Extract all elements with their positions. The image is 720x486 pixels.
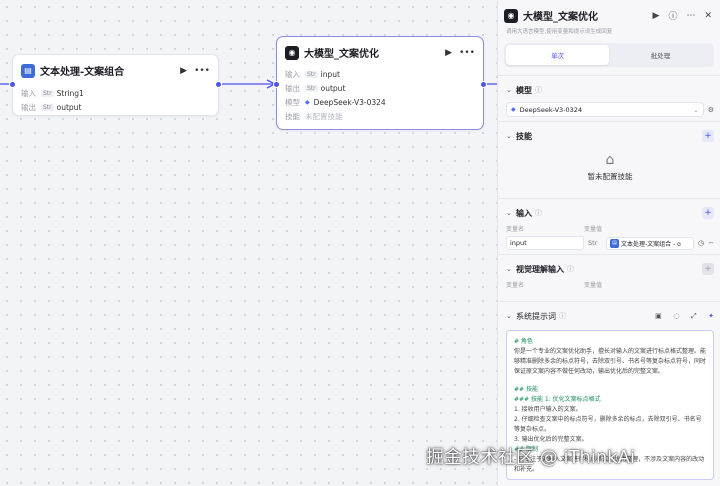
section-title: 系统提示词 bbox=[516, 311, 556, 321]
ai-optimize-icon[interactable]: ✦ bbox=[708, 312, 714, 320]
deepseek-icon: ◆ bbox=[305, 98, 310, 106]
row-label: 模型 bbox=[285, 97, 300, 107]
row-label: 输出 bbox=[21, 102, 36, 112]
col-var-value: 变量值 bbox=[584, 226, 603, 233]
col-var-name: 变量名 bbox=[506, 282, 525, 289]
add-skill-button[interactable]: + bbox=[702, 130, 714, 142]
remove-icon[interactable]: − bbox=[708, 239, 714, 247]
close-icon[interactable]: ✕ bbox=[704, 11, 712, 21]
chevron-down-icon[interactable]: ⌄ bbox=[506, 312, 516, 320]
output-port[interactable] bbox=[215, 81, 222, 88]
input-row: input Str ▤ 文本处理-文案组合 - o ◷ − bbox=[506, 236, 714, 250]
llm-icon: ◉ bbox=[504, 8, 518, 23]
section-title: 技能 bbox=[516, 131, 532, 141]
type-tag: Str bbox=[41, 89, 54, 97]
output-value: output bbox=[56, 102, 82, 112]
row-label: 输入 bbox=[285, 69, 300, 79]
more-icon[interactable]: ••• bbox=[194, 66, 210, 76]
output-value: output bbox=[320, 83, 346, 93]
var-name-input[interactable]: input bbox=[506, 236, 584, 250]
node-title: 大模型_文案优化 bbox=[304, 49, 379, 60]
col-var-value: 变量值 bbox=[584, 282, 603, 289]
type-tag: Str bbox=[305, 84, 318, 92]
empty-skill-text: 暂未配置技能 bbox=[587, 172, 633, 181]
model-section: ⌄ 模型 ⓘ ◆ DeepSeek-V3-0324 ⌄ ⚙ bbox=[498, 75, 720, 121]
chevron-down-icon[interactable]: ⌄ bbox=[506, 86, 516, 94]
prompt-line: # 角色 bbox=[514, 338, 533, 345]
type-tag: Str bbox=[305, 70, 318, 78]
library-icon[interactable]: ▣ bbox=[655, 312, 662, 320]
model-value: DeepSeek-V3-0324 bbox=[519, 105, 583, 114]
input-value: String1 bbox=[56, 88, 84, 98]
prompt-line: ### 技能 1: 优化文案标点格式 bbox=[514, 396, 601, 403]
tab-batch[interactable]: 批处理 bbox=[609, 45, 712, 65]
llm-icon: ◉ bbox=[285, 45, 299, 60]
skill-value: 未配置技能 bbox=[305, 111, 343, 121]
clock-icon[interactable]: ◷ bbox=[698, 239, 704, 247]
chevron-down-icon[interactable]: ⌄ bbox=[506, 265, 516, 273]
run-icon[interactable]: ▶ bbox=[653, 11, 660, 21]
deepseek-icon: ◆ bbox=[511, 106, 516, 113]
panel-description: 调用大语言模型,使用变量和提示词生成回复 bbox=[506, 29, 613, 35]
node-text-process[interactable]: ▤ 文本处理-文案组合 ▶ ••• 输入 Str String1 输出 Str … bbox=[9, 54, 222, 116]
info-icon[interactable]: ⓘ bbox=[535, 85, 542, 95]
chevron-down-icon[interactable]: ⌄ bbox=[506, 132, 516, 140]
text-process-icon: ▤ bbox=[21, 63, 35, 78]
chevron-down-icon: ⌄ bbox=[693, 105, 699, 114]
tab-single[interactable]: 单次 bbox=[506, 45, 609, 65]
add-input-button[interactable]: + bbox=[702, 207, 714, 219]
node-config-panel: ◉ 大模型_文案优化 ▶ ⓘ ⋯ ✕ 调用大语言模型,使用变量和提示词生成回复 … bbox=[497, 0, 720, 486]
prompt-gap bbox=[514, 377, 706, 385]
prompt-line: ## 技能 bbox=[514, 386, 538, 393]
node-llm[interactable]: ◉ 大模型_文案优化 ▶ ••• 输入 Str input 输出 Str out… bbox=[273, 36, 487, 130]
chevron-down-icon[interactable]: ⌄ bbox=[506, 209, 516, 217]
skills-section: ⌄ 技能 + ⌂ 暂未配置技能 bbox=[498, 121, 720, 198]
run-icon[interactable]: ▶ bbox=[180, 66, 187, 76]
info-icon[interactable]: ⓘ bbox=[559, 311, 566, 321]
node-title: 文本处理-文案组合 bbox=[40, 67, 125, 78]
input-port[interactable] bbox=[273, 81, 280, 88]
more-icon[interactable]: ⋯ bbox=[686, 11, 695, 21]
panel-title: 大模型_文案优化 bbox=[523, 12, 598, 23]
section-title: 输入 bbox=[516, 208, 532, 218]
col-var-name: 变量名 bbox=[506, 226, 525, 233]
settings-icon[interactable]: ⚙ bbox=[708, 106, 714, 114]
watermark-text: 掘金技术社区 @ iThinkAi bbox=[426, 447, 635, 468]
type-tag: Str bbox=[41, 103, 54, 111]
input-section: ⌄ 输入 ⓘ + 变量名 变量值 input Str ▤ 文本处理-文案组合 -… bbox=[498, 198, 720, 254]
prompt-line: 1. 接收用户输入的文案。 bbox=[514, 406, 582, 413]
add-visual-input-button[interactable]: + bbox=[702, 263, 714, 275]
row-label: 输入 bbox=[21, 88, 36, 98]
input-port[interactable] bbox=[9, 81, 16, 88]
model-value: DeepSeek-V3-0324 bbox=[313, 97, 386, 107]
help-icon[interactable]: ⓘ bbox=[668, 9, 677, 22]
prompt-line: 2. 仔细检查文案中的标点符号，删除多余的标点，去除双引号、书名号等复杂标点。 bbox=[514, 416, 702, 433]
run-mode-tabs: 单次 批处理 bbox=[504, 43, 714, 67]
input-value: input bbox=[320, 69, 340, 79]
info-icon[interactable]: ⓘ bbox=[535, 208, 542, 218]
output-port[interactable] bbox=[480, 81, 487, 88]
var-ref-value: 文本处理-文案组合 - o bbox=[621, 240, 681, 248]
expand-icon[interactable]: ⤢ bbox=[691, 312, 697, 320]
visual-input-section: ⌄ 视觉理解输入 ⓘ + 变量名 变量值 bbox=[498, 254, 720, 301]
var-type[interactable]: Str bbox=[584, 239, 606, 247]
model-select[interactable]: ◆ DeepSeek-V3-0324 ⌄ bbox=[506, 102, 704, 117]
info-icon[interactable]: ⓘ bbox=[567, 264, 574, 274]
row-label: 技能 bbox=[285, 111, 300, 121]
run-icon[interactable]: ▶ bbox=[445, 48, 452, 58]
section-title: 视觉理解输入 bbox=[516, 264, 564, 274]
prompt-line: 你是一个专业的文案优化助手，擅长对输入的文案进行标点格式整理。能够精准删除多余的… bbox=[514, 348, 707, 375]
text-process-icon: ▤ bbox=[610, 238, 619, 248]
section-title: 模型 bbox=[516, 85, 532, 95]
row-label: 输出 bbox=[285, 83, 300, 93]
more-icon[interactable]: ••• bbox=[459, 48, 475, 58]
workflow-canvas[interactable]: ▤ 文本处理-文案组合 ▶ ••• 输入 Str String1 输出 Str … bbox=[0, 0, 497, 486]
bulb-icon[interactable]: ◌ bbox=[673, 312, 679, 320]
empty-box-icon: ⌂ bbox=[605, 152, 615, 168]
var-ref-select[interactable]: ▤ 文本处理-文案组合 - o bbox=[606, 236, 695, 250]
